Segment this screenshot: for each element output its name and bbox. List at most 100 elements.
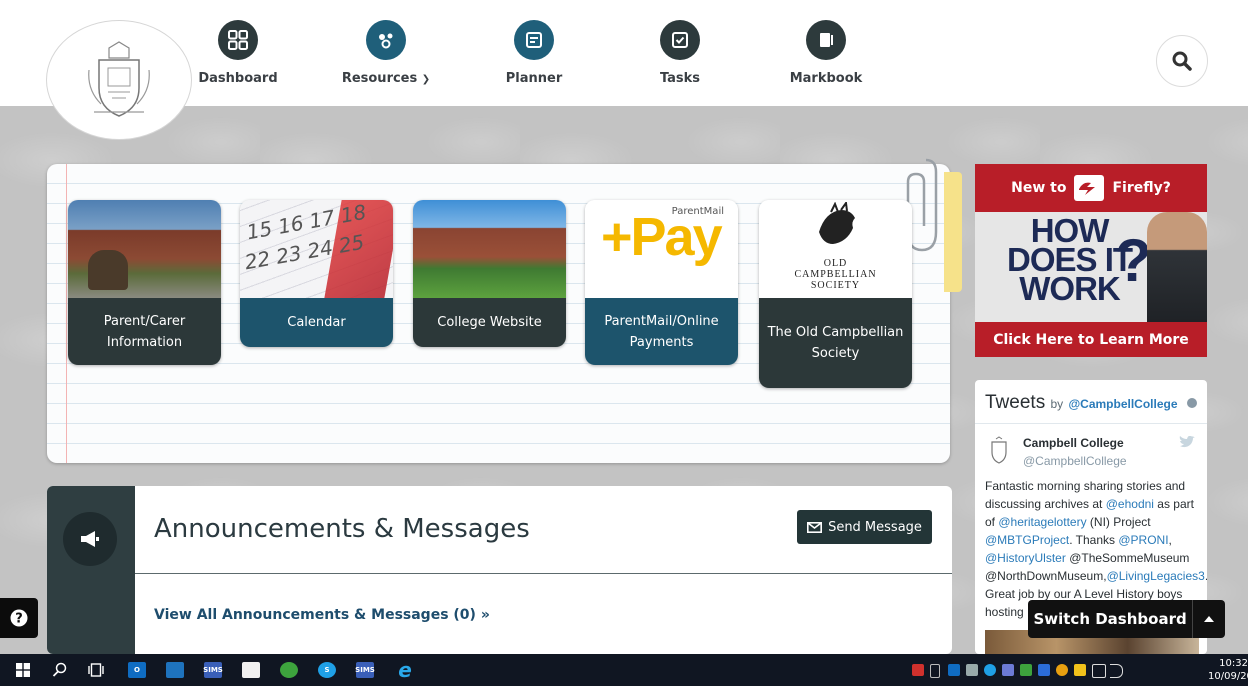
mention-link[interactable]: @ehodni <box>1106 497 1154 511</box>
tweet-text-part: . Thanks <box>1069 533 1119 547</box>
ad-header: New to Firefly? <box>975 164 1207 212</box>
nav-label: Tasks <box>659 71 701 86</box>
caret-up-icon[interactable] <box>1192 600 1225 638</box>
divider <box>975 423 1207 424</box>
tile-calendar[interactable]: 15 16 17 18 22 23 24 25 Calendar <box>240 200 393 347</box>
ad-new-to: New to <box>1011 180 1067 196</box>
planner-icon <box>514 20 554 60</box>
ad-head-line3: WORK <box>1019 270 1120 307</box>
internet-explorer-icon[interactable]: e <box>396 658 414 682</box>
ocs-line1: OLD <box>823 258 848 269</box>
tweet-text-part: , <box>1168 533 1172 547</box>
crest-icon <box>991 436 1007 464</box>
ocs-line3: SOCIETY <box>810 280 861 291</box>
mention-link[interactable]: @LivingLegacies3 <box>1107 569 1205 583</box>
nav-markbook[interactable]: Markbook <box>756 20 896 86</box>
tray-close-app-icon[interactable] <box>912 664 924 676</box>
firefly-how-it-works-banner[interactable]: New to Firefly? HOW DOES IT WORK ? Click… <box>975 164 1207 357</box>
search-button[interactable] <box>1156 35 1208 87</box>
nav-label: Resources <box>341 71 418 86</box>
crest-icon <box>88 41 150 117</box>
help-button[interactable]: ? <box>0 598 38 638</box>
college-crest-logo[interactable] <box>46 20 192 140</box>
info-icon[interactable] <box>1186 398 1197 408</box>
app-window-icon[interactable] <box>166 662 184 678</box>
ocs-logo: OLD CAMPBELLIAN SOCIETY <box>759 200 912 298</box>
task-view-icon[interactable] <box>88 663 104 677</box>
tray-skype-icon[interactable] <box>984 664 996 676</box>
taskbar-clock[interactable]: 10:32 10/09/2018 <box>1208 657 1248 683</box>
resources-icon <box>366 20 406 60</box>
tweet-author-name[interactable]: Campbell College <box>1023 436 1124 450</box>
tray-green-icon[interactable] <box>1020 664 1032 676</box>
windows-start-icon[interactable] <box>16 663 30 677</box>
tweets-handle-link[interactable]: @CampbellCollege <box>1068 397 1177 411</box>
ad-cta: Click Here to Learn More <box>975 322 1207 357</box>
businessman-photo <box>1147 212 1207 322</box>
tile-label: Parent/Carer Information <box>68 298 221 365</box>
notebook-margin-line <box>66 164 67 463</box>
mention-link[interactable]: @PRONI <box>1118 533 1168 547</box>
mention-link[interactable]: @MBTGProject <box>985 533 1069 547</box>
tile-label: The Old Campbellian Society <box>759 298 912 388</box>
tweets-by: by <box>1050 397 1064 411</box>
tray-usb-icon[interactable] <box>930 664 940 678</box>
firefly-logo-icon <box>1074 175 1105 201</box>
tile-college-website[interactable]: College Website <box>413 200 566 347</box>
help-icon: ? <box>10 609 28 627</box>
network-icon[interactable] <box>1092 664 1106 678</box>
tile-label: College Website <box>413 298 566 347</box>
ad-image: HOW DOES IT WORK ? <box>975 212 1207 322</box>
mention-link[interactable]: @heritagelottery <box>998 515 1086 529</box>
markbook-icon <box>806 20 846 60</box>
view-all-announcements-link[interactable]: View All Announcements & Messages (0) » <box>154 607 490 623</box>
announcements-sidebar <box>47 486 135 654</box>
nav-resources[interactable]: Resources ❯ <box>316 20 456 86</box>
tray-outlook-icon[interactable] <box>948 664 960 676</box>
calendar-image: 15 16 17 18 22 23 24 25 <box>240 200 393 298</box>
tray-printer-icon[interactable] <box>966 664 978 676</box>
volume-icon[interactable] <box>1110 664 1123 678</box>
taskbar-search-icon[interactable] <box>52 662 68 678</box>
tray-blue-icon[interactable] <box>1038 664 1050 676</box>
skype-icon[interactable]: S <box>318 662 336 678</box>
ad-firefly: Firefly? <box>1112 180 1171 196</box>
outlook-icon[interactable]: O <box>128 662 146 678</box>
college-website-image <box>413 200 566 298</box>
announcements-panel: Announcements & Messages Send Message Vi… <box>47 486 952 654</box>
megaphone-icon <box>63 512 117 566</box>
windows-taskbar: O SIMS S SIMS e 10:32 10/09/2018 <box>0 654 1248 686</box>
sticky-app-icon[interactable] <box>242 662 260 678</box>
switch-dashboard-button[interactable]: Switch Dashboard <box>1028 600 1225 638</box>
tweet-avatar[interactable] <box>987 436 1011 466</box>
tray-shield-icon[interactable] <box>1074 664 1086 676</box>
top-nav-bar: Dashboard Resources ❯ Planner Tasks Mark… <box>0 0 1248 140</box>
tile-old-campbellian-society[interactable]: OLD CAMPBELLIAN SOCIETY The Old Campbell… <box>759 200 912 388</box>
mention-link[interactable]: @HistoryUlster <box>985 551 1066 565</box>
divider <box>135 573 952 574</box>
svg-text:?: ? <box>15 612 23 627</box>
nav-planner[interactable]: Planner <box>464 20 604 86</box>
tweet-author-handle[interactable]: @CampbellCollege <box>1023 454 1127 468</box>
sims-icon[interactable]: SIMS <box>203 662 223 678</box>
tile-parentmail-payments[interactable]: ParentMail +Pay ParentMail/Online Paymen… <box>585 200 738 365</box>
tile-label: Calendar <box>240 298 393 347</box>
send-message-button[interactable]: Send Message <box>797 510 932 544</box>
nav-label: Planner <box>505 71 563 86</box>
tray-app-icon[interactable] <box>1002 664 1014 676</box>
nav-tasks[interactable]: Tasks <box>610 20 750 86</box>
dashboard-grid-icon <box>218 20 258 60</box>
parentmail-pay-logo: ParentMail +Pay <box>585 200 738 298</box>
tweets-heading: Tweets <box>985 392 1046 413</box>
nav-label: Markbook <box>789 71 863 86</box>
send-message-label: Send Message <box>828 519 922 535</box>
tile-parent-carer-information[interactable]: Parent/Carer Information <box>68 200 221 365</box>
announcements-title: Announcements & Messages <box>154 514 530 544</box>
tweet-text-part: (NI) Project <box>1086 515 1151 529</box>
tile-label: ParentMail/Online Payments <box>585 298 738 365</box>
twitter-bird-icon[interactable] <box>1179 436 1195 449</box>
tray-orange-icon[interactable] <box>1056 664 1068 676</box>
boar-crest-icon <box>818 200 855 244</box>
sims-icon[interactable]: SIMS <box>355 662 375 678</box>
green-app-icon[interactable] <box>280 662 298 678</box>
